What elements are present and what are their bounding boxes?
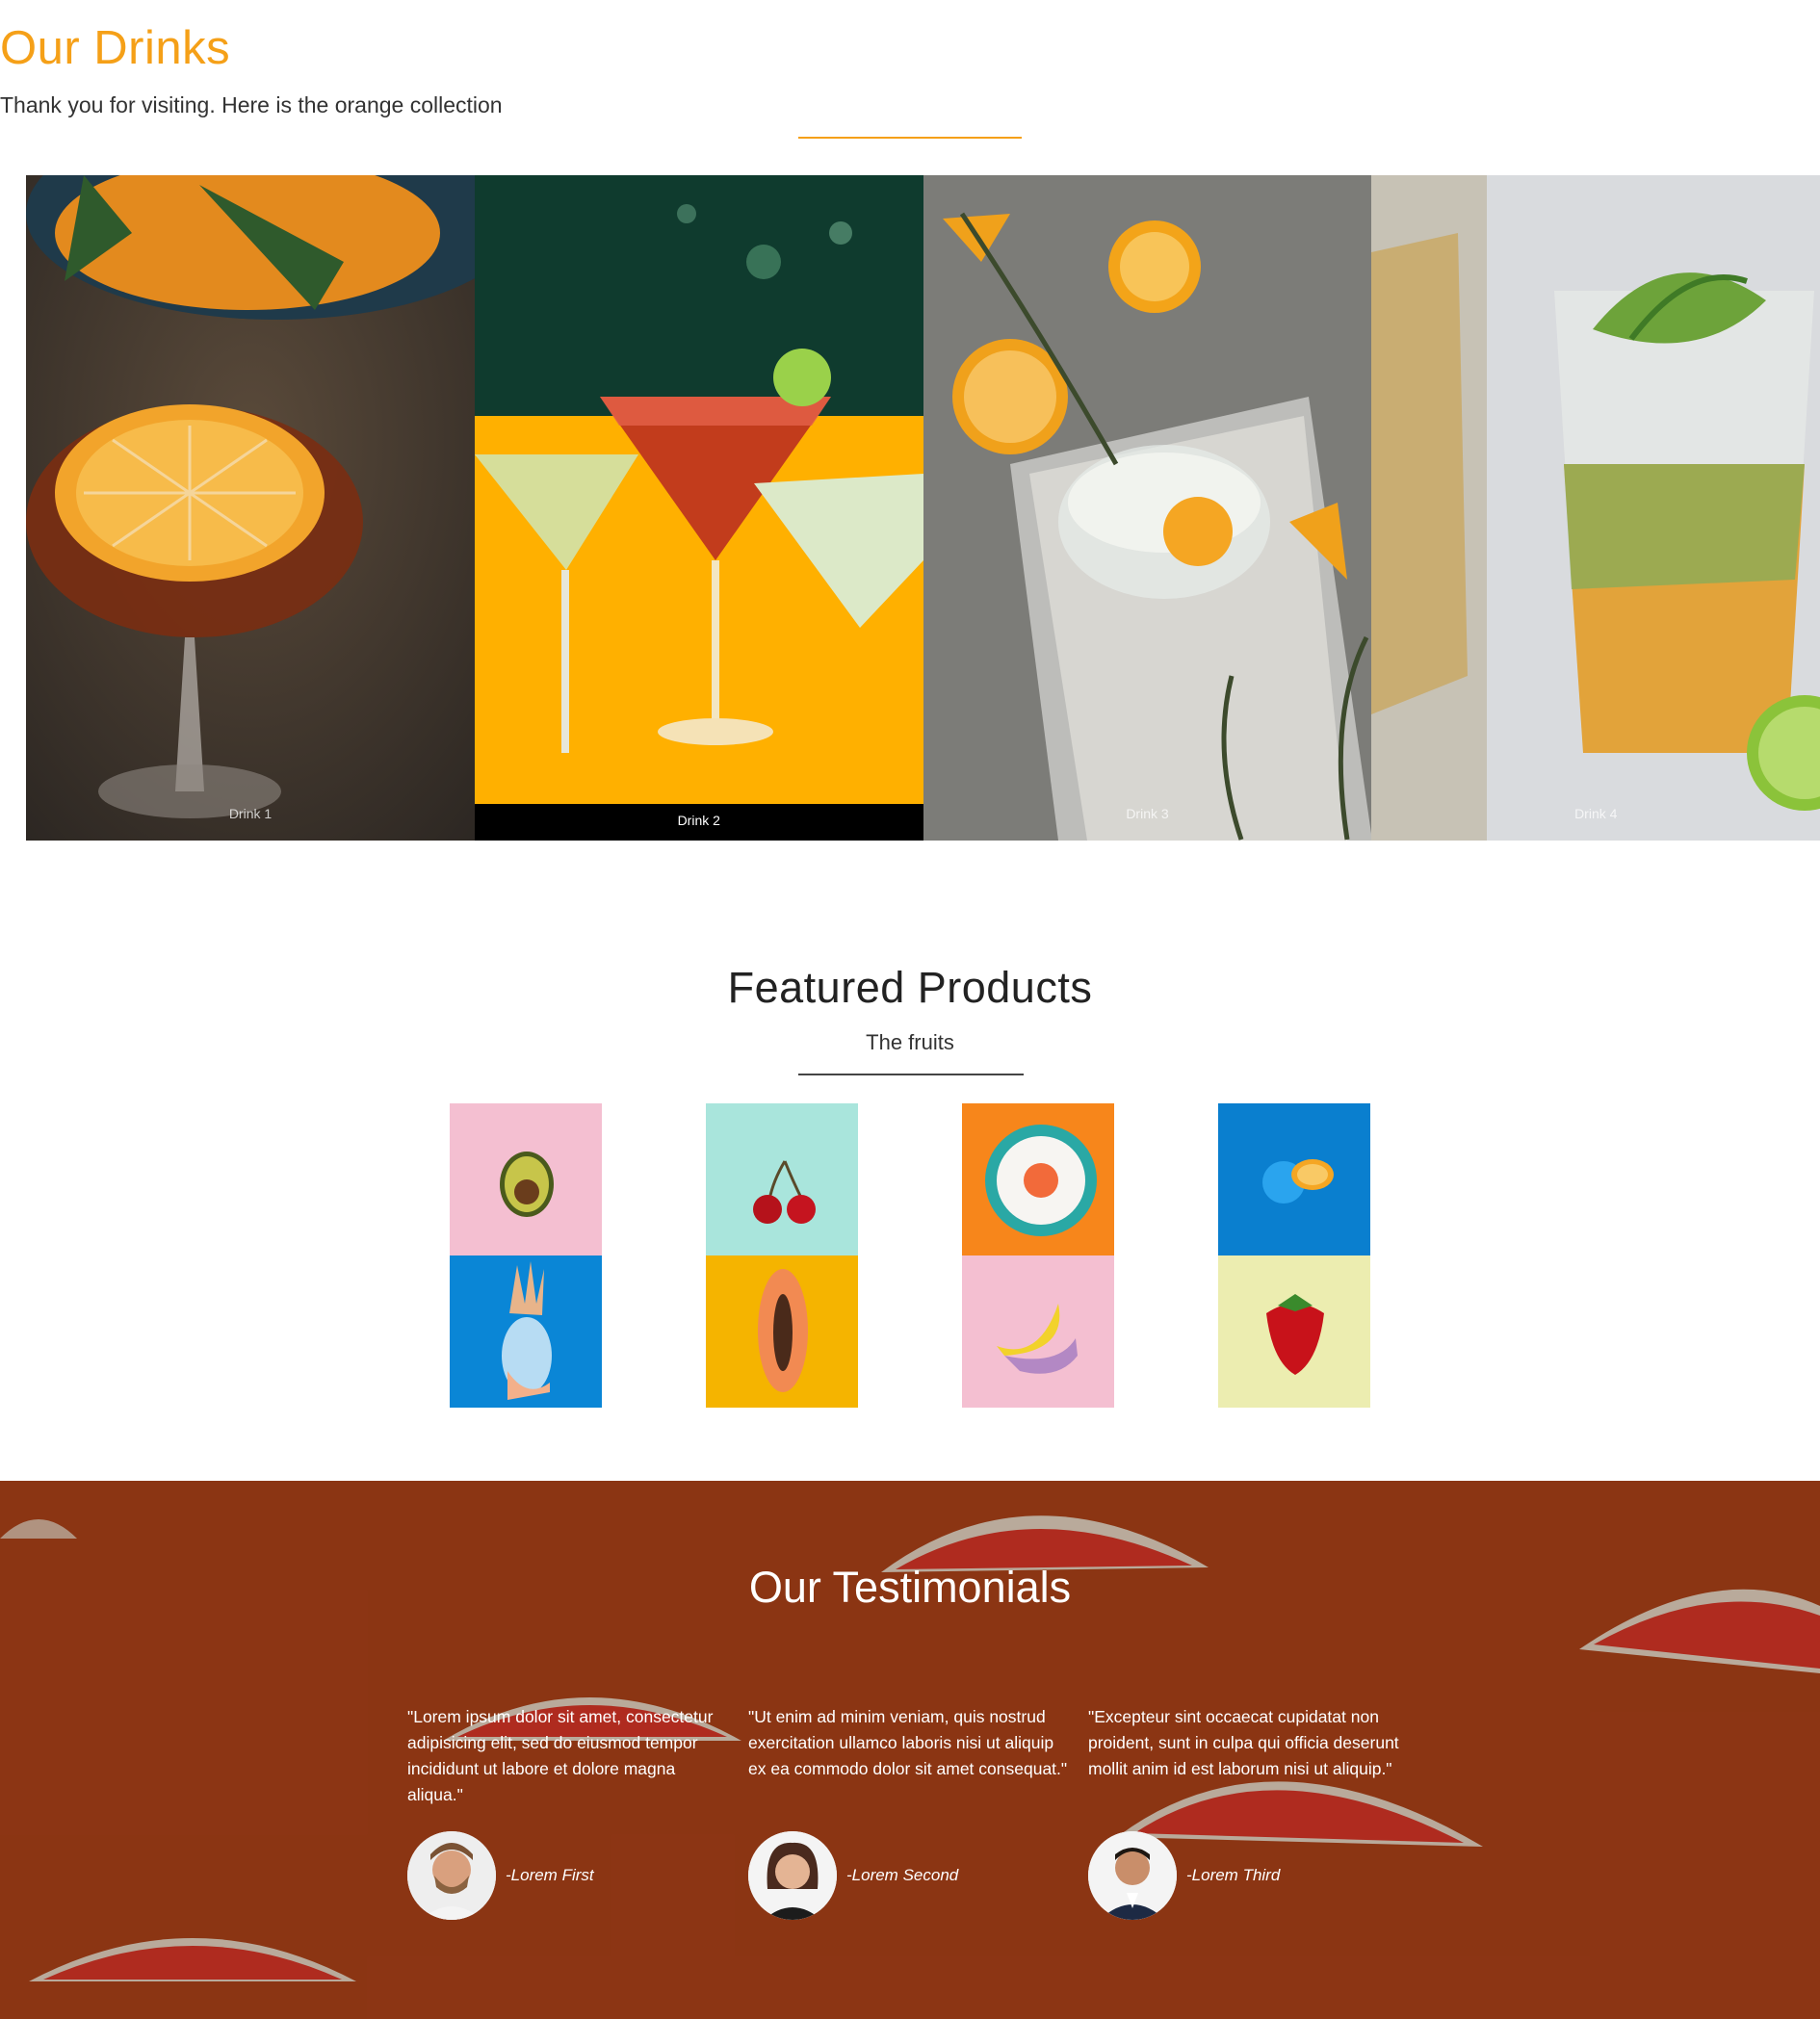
avocado-image (450, 1103, 602, 1255)
fruit-tile-papaya (706, 1255, 858, 1408)
fruit-card-1[interactable] (450, 1103, 602, 1408)
testimonial-author: -Lorem Second (748, 1831, 1074, 1920)
testimonial-name: -Lorem First (506, 1866, 594, 1884)
featured-divider (798, 1074, 1024, 1075)
drinks-title: Our Drinks (0, 22, 231, 74)
testimonials-section: Our Testimonials "Lorem ipsum dolor sit … (0, 1481, 1820, 2019)
testimonials-title: Our Testimonials (748, 1563, 1072, 1612)
testimonial-3: "Excepteur sint occaecat cupidatat non p… (1088, 1704, 1414, 1920)
drink-card-1[interactable]: Drink 1 (26, 175, 475, 841)
fruit-tile-grapefruit (962, 1103, 1114, 1255)
featured-title: Featured Products (727, 963, 1093, 1012)
testimonial-name: -Lorem Second (846, 1866, 959, 1884)
drink-card-3[interactable]: Drink 3 (923, 175, 1372, 841)
fruit-tile-banana (962, 1255, 1114, 1408)
avatar-image-man-beard (407, 1831, 496, 1920)
fruit-tile-pineapple (450, 1255, 602, 1408)
fruit-tile-cherries (706, 1103, 858, 1255)
fruit-card-4[interactable] (1218, 1103, 1370, 1408)
blue-orange-image (1218, 1103, 1370, 1255)
pineapple-image (450, 1255, 602, 1408)
fruit-card-2[interactable] (706, 1103, 858, 1408)
testimonial-1: "Lorem ipsum dolor sit amet, consectetur… (407, 1704, 733, 1920)
testimonial-author: -Lorem First (407, 1831, 733, 1920)
avatar (407, 1831, 496, 1920)
drink-caption: Drink 2 (677, 813, 720, 828)
testimonial-author: -Lorem Third (1088, 1831, 1414, 1920)
avatar-image-man-suit (1088, 1831, 1177, 1920)
drink-1-image (26, 175, 475, 841)
drink-caption: Drink 3 (1126, 806, 1169, 821)
cherries-image (706, 1103, 858, 1255)
fruit-tile-avocado (450, 1103, 602, 1255)
papaya-image (706, 1255, 858, 1408)
testimonial-quote: "Lorem ipsum dolor sit amet, consectetur… (407, 1707, 714, 1804)
testimonial-quote: "Excepteur sint occaecat cupidatat non p… (1088, 1707, 1399, 1778)
drink-3-image (923, 175, 1372, 841)
drinks-divider (798, 137, 1022, 139)
testimonial-name: -Lorem Third (1186, 1866, 1281, 1884)
avatar (1088, 1831, 1177, 1920)
avatar-image-woman (748, 1831, 837, 1920)
banana-image (962, 1255, 1114, 1408)
testimonial-2: "Ut enim ad minim veniam, quis nostrud e… (748, 1704, 1074, 1920)
testimonial-quote: "Ut enim ad minim veniam, quis nostrud e… (748, 1707, 1068, 1778)
avatar (748, 1831, 837, 1920)
strawberry-image (1218, 1255, 1370, 1408)
drink-caption: Drink 1 (228, 806, 273, 821)
grapefruit-plate-image (962, 1103, 1114, 1255)
drink-2-image (474, 175, 923, 841)
fruit-card-3[interactable] (962, 1103, 1114, 1408)
featured-subtitle: The fruits (866, 1030, 954, 1054)
drink-caption: Drink 4 (1574, 806, 1618, 821)
drinks-gallery: Drink 1 Drink 2 Drink 3 Drink 4 (26, 175, 1820, 841)
fruit-tile-blue-orange (1218, 1103, 1370, 1255)
drink-card-4[interactable]: Drink 4 (1371, 175, 1820, 841)
drink-card-2[interactable]: Drink 2 (474, 175, 923, 841)
drink-4-image (1371, 175, 1820, 841)
drinks-subtitle: Thank you for visiting. Here is the oran… (0, 92, 503, 117)
fruit-tile-strawberry (1218, 1255, 1370, 1408)
